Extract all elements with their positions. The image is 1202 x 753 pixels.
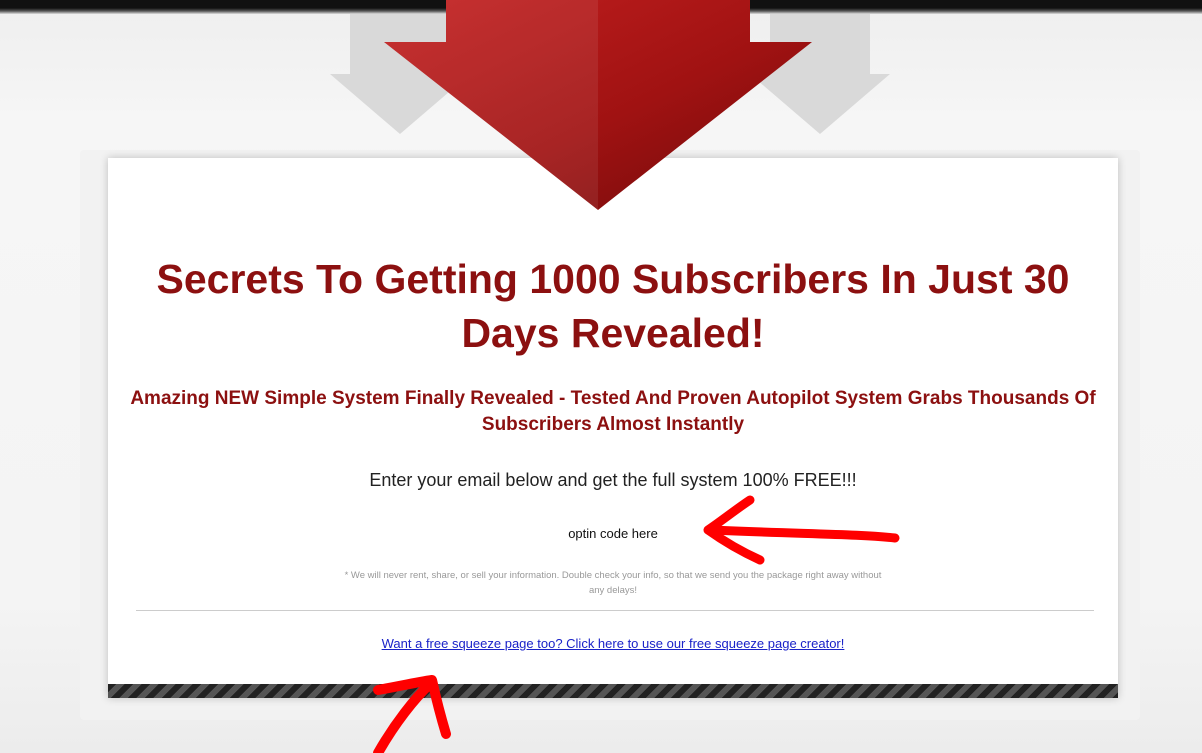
privacy-note: * We will never rent, share, or sell you… [344,570,882,596]
email-prompt: Enter your email below and get the full … [369,470,857,490]
squeeze-page-creator-link[interactable]: Want a free squeeze page too? Click here… [108,636,1118,651]
hand-drawn-arrow-up-icon [373,675,451,753]
subheadline: Amazing NEW Simple System Finally Reveal… [130,388,1096,435]
optin-code-placeholder[interactable]: optin code here [108,526,1118,541]
footer-stripe [108,684,1118,698]
headline: Secrets To Getting 1000 Subscribers In J… [156,256,1070,356]
down-arrow-icon [384,0,812,210]
squeeze-page-card: Secrets To Getting 1000 Subscribers In J… [108,158,1118,698]
divider [136,610,1094,611]
hand-drawn-arrow-left-icon [703,495,900,565]
